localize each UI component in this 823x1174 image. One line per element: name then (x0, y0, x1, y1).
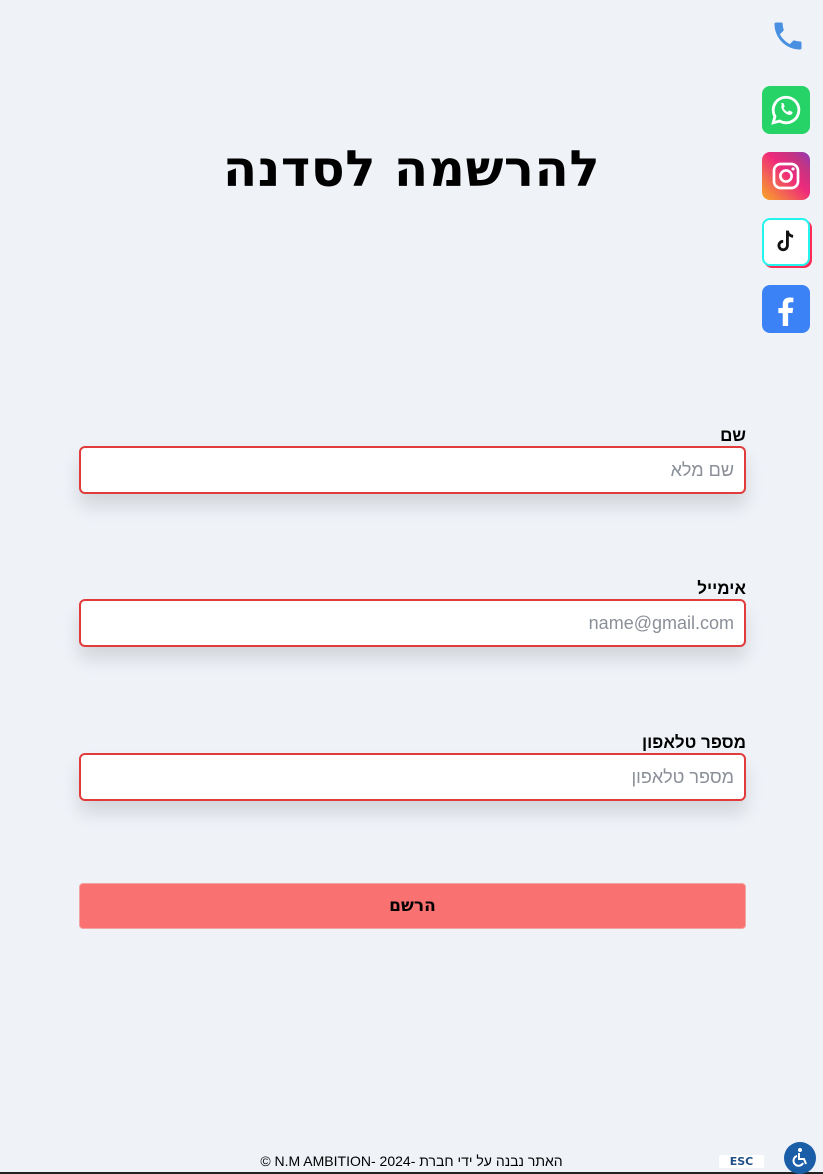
submit-button[interactable]: הרשם (79, 883, 746, 929)
whatsapp-button[interactable] (762, 86, 810, 134)
instagram-icon (772, 162, 800, 190)
tiktok-button[interactable] (762, 218, 810, 266)
name-field-group: שם (79, 426, 746, 494)
whatsapp-icon (771, 95, 801, 125)
phone-icon (774, 22, 802, 50)
esc-badge[interactable]: ESC (719, 1155, 764, 1168)
email-label: אימייל (697, 579, 746, 598)
email-field-group: אימייל (79, 579, 746, 647)
footer-text: האתר נבנה על ידי חברת -N.M AMBITION- 202… (260, 1153, 563, 1169)
accessibility-button[interactable] (784, 1142, 816, 1174)
instagram-button[interactable] (762, 152, 810, 200)
accessibility-icon (792, 1148, 807, 1167)
facebook-button[interactable] (762, 285, 810, 333)
phone-input[interactable] (79, 753, 746, 801)
name-input[interactable] (79, 446, 746, 494)
name-label: שם (720, 426, 746, 445)
phone-field-group: מספר טלאפון (79, 733, 746, 801)
email-input[interactable] (79, 599, 746, 647)
phone-button[interactable] (766, 14, 810, 58)
phone-label: מספר טלאפון (641, 733, 746, 752)
tiktok-icon (777, 230, 794, 252)
facebook-icon (778, 297, 794, 326)
page-title: להרשמה לסדנה (222, 140, 601, 198)
